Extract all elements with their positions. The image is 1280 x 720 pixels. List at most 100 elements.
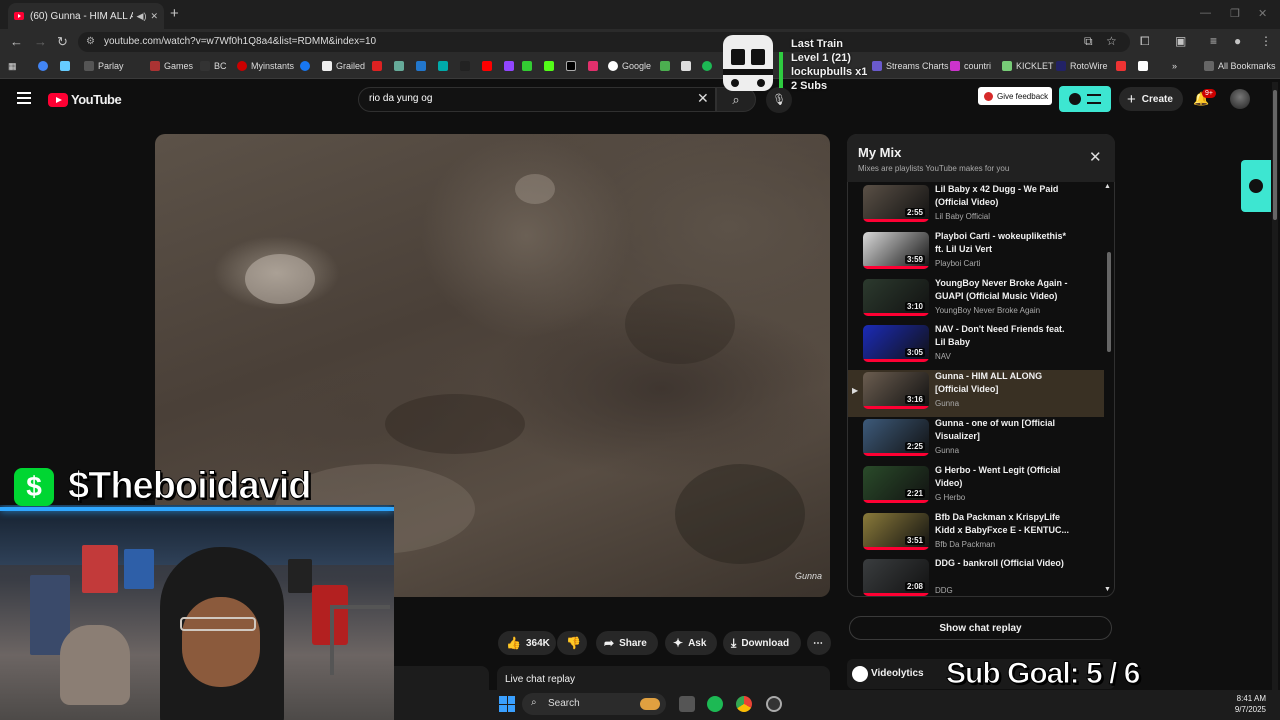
playlist-item[interactable]: 3:59 Playboi Carti - wokeuplikethis* ft. … — [848, 230, 1104, 277]
scroll-up-icon[interactable]: ▲ — [1104, 183, 1111, 190]
media-icon[interactable]: ≡ — [1210, 34, 1217, 48]
browser-tab[interactable]: (60) Gunna - HIM ALL ALON ◀) ✕ — [8, 3, 164, 29]
more-bookmarks-icon[interactable]: » — [1172, 61, 1177, 71]
scroll-down-icon[interactable]: ▼ — [1104, 586, 1111, 593]
all-bookmarks[interactable]: All Bookmarks — [1204, 61, 1276, 71]
bookmark-kicklet[interactable]: KICKLET — [1002, 61, 1054, 71]
show-chat-replay-button[interactable]: Show chat replay — [849, 616, 1112, 640]
close-playlist-icon[interactable]: ✕ — [1089, 148, 1102, 166]
bookmark-icon[interactable] — [1138, 61, 1148, 71]
sidepanel-icon[interactable]: ▣ — [1175, 34, 1186, 48]
bookmark-icon[interactable] — [460, 61, 470, 71]
plus-icon: + — [1127, 90, 1136, 108]
bookmark-star-icon[interactable]: ☆ — [1106, 34, 1117, 48]
bookmark-streams-charts[interactable]: Streams Charts — [872, 61, 949, 71]
playlist-item[interactable]: 3:10 YoungBoy Never Broke Again - GUAPI (… — [848, 277, 1104, 324]
bookmark-grailed[interactable]: Grailed — [322, 61, 365, 71]
close-window-button[interactable]: ✕ — [1258, 7, 1267, 20]
playlist-item[interactable]: ▶ 3:16 Gunna - HIM ALL ALONG [Official Vid… — [848, 370, 1104, 417]
account-avatar[interactable] — [1230, 89, 1250, 109]
profile-icon[interactable]: ● — [1234, 34, 1241, 48]
page-scrollbar[interactable] — [1272, 82, 1278, 712]
url-field[interactable]: youtube.com/watch?v=w7Wf0h1Q8a4&list=RDM… — [78, 32, 1130, 52]
bookmark-icon[interactable] — [660, 61, 670, 71]
x-icon[interactable] — [566, 61, 576, 71]
ask-button[interactable]: ✦ Ask — [665, 631, 717, 655]
youtube-logo[interactable]: YouTube — [48, 92, 122, 107]
playlist-item[interactable]: 3:51 Bfb Da Packman x KrispyLife Kidd x B… — [848, 511, 1104, 558]
search-input[interactable]: rio da yung og — [358, 87, 716, 112]
bookmark-icon[interactable] — [438, 61, 448, 71]
taskbar-widget-icon[interactable] — [640, 698, 660, 710]
forward-button[interactable]: → — [34, 34, 47, 49]
spotify-taskbar-icon[interactable] — [707, 696, 723, 712]
bookmark-icon[interactable] — [522, 61, 532, 71]
back-button[interactable]: ← — [10, 34, 23, 49]
videolytics-side-tab[interactable] — [1241, 160, 1271, 212]
train-icon — [723, 35, 773, 91]
install-icon[interactable]: ⧉ — [1084, 34, 1093, 49]
hamburger-menu-icon[interactable] — [17, 92, 31, 104]
playlist-item[interactable]: 2:08 DDG - bankroll (Official Video) DDG — [848, 557, 1104, 604]
give-feedback-button[interactable]: Give feedback — [978, 87, 1052, 105]
kick-icon[interactable] — [544, 61, 554, 71]
download-button[interactable]: ⤓ Download — [723, 631, 801, 655]
chrome-taskbar-icon[interactable] — [736, 696, 752, 712]
bookmark-icon[interactable] — [681, 61, 691, 71]
share-button[interactable]: ➦ Share — [596, 631, 658, 655]
bookmark-google[interactable]: Google — [608, 61, 651, 71]
video-duration: 3:10 — [904, 302, 925, 311]
watched-progress-bar — [863, 593, 929, 596]
bookmark-icon[interactable] — [416, 61, 426, 71]
bookmark-myinstants[interactable]: Myinstants — [237, 61, 294, 71]
menu-dots-icon[interactable]: ⋮ — [1260, 34, 1272, 48]
taskbar-clock[interactable]: 8:41 AM 9/7/2025 — [1226, 693, 1266, 715]
playlist-item[interactable]: 2:21 G Herbo - Went Legit (Official Video… — [848, 464, 1104, 511]
extensions-icon[interactable]: ⧠ — [1140, 34, 1150, 49]
videolytics-extension-button[interactable] — [1059, 86, 1111, 112]
site-info-icon[interactable]: ⚙ — [86, 36, 95, 47]
bookmark-icon[interactable] — [394, 61, 404, 71]
bookmark-icon[interactable] — [1116, 61, 1126, 71]
more-actions-button[interactable]: ⋯ — [807, 631, 831, 655]
spotify-icon[interactable] — [702, 61, 712, 71]
playlist-scrollbar[interactable] — [1104, 182, 1114, 596]
microphone-icon: 🎙 — [772, 94, 786, 106]
clear-search-icon[interactable]: ✕ — [697, 90, 709, 107]
apps-icon[interactable]: ▦ — [8, 61, 17, 72]
maximize-button[interactable]: ❐ — [1230, 7, 1240, 20]
bookmark-parlay[interactable]: Parlay — [84, 61, 124, 71]
bookmark-icon[interactable] — [372, 61, 382, 71]
clock-date: 9/7/2025 — [1234, 705, 1266, 714]
playlist-item[interactable]: 2:25 Gunna - one of wun [Official Visuali… — [848, 417, 1104, 464]
playlist-item[interactable]: 2:55 Lil Baby x 42 Dugg - We Paid (Offici… — [848, 183, 1104, 230]
video-title: DDG - bankroll (Official Video) — [935, 558, 1064, 568]
twitch-icon[interactable] — [504, 61, 514, 71]
video-thumbnail: 2:21 — [863, 466, 929, 503]
task-view-icon[interactable] — [679, 696, 695, 712]
voice-search-button[interactable]: 🎙 — [766, 87, 792, 113]
bookmark-icon[interactable] — [38, 61, 48, 71]
bookmark-countri[interactable]: countri — [950, 61, 991, 71]
youtube-bookmark-icon[interactable] — [482, 61, 492, 71]
dislike-button[interactable]: 👎 — [557, 631, 587, 655]
playlist-item[interactable]: 3:05 NAV - Don't Need Friends feat. Lil B… — [848, 323, 1104, 370]
instagram-icon[interactable] — [588, 61, 598, 71]
bookmark-icon[interactable] — [60, 61, 70, 71]
minimize-button[interactable]: — — [1200, 7, 1211, 19]
new-tab-button[interactable]: + — [170, 5, 179, 22]
scrollbar-thumb[interactable] — [1107, 252, 1111, 352]
bookmark-bc[interactable]: BC — [200, 61, 227, 71]
close-tab-icon[interactable]: ✕ — [150, 11, 158, 22]
scrollbar-thumb[interactable] — [1273, 90, 1277, 220]
reload-button[interactable]: ↻ — [57, 34, 68, 50]
bookmark-games[interactable]: Games — [150, 61, 193, 71]
video-thumbnail: 3:59 — [863, 232, 929, 269]
videolytics-icon — [852, 666, 868, 682]
create-button[interactable]: + Create — [1119, 87, 1183, 111]
facebook-icon[interactable] — [300, 61, 310, 71]
like-button[interactable]: 👍 364K — [498, 631, 556, 655]
bookmark-rotowire[interactable]: RotoWire — [1056, 61, 1108, 71]
obs-taskbar-icon[interactable] — [766, 696, 782, 712]
windows-start-icon[interactable] — [499, 696, 515, 712]
